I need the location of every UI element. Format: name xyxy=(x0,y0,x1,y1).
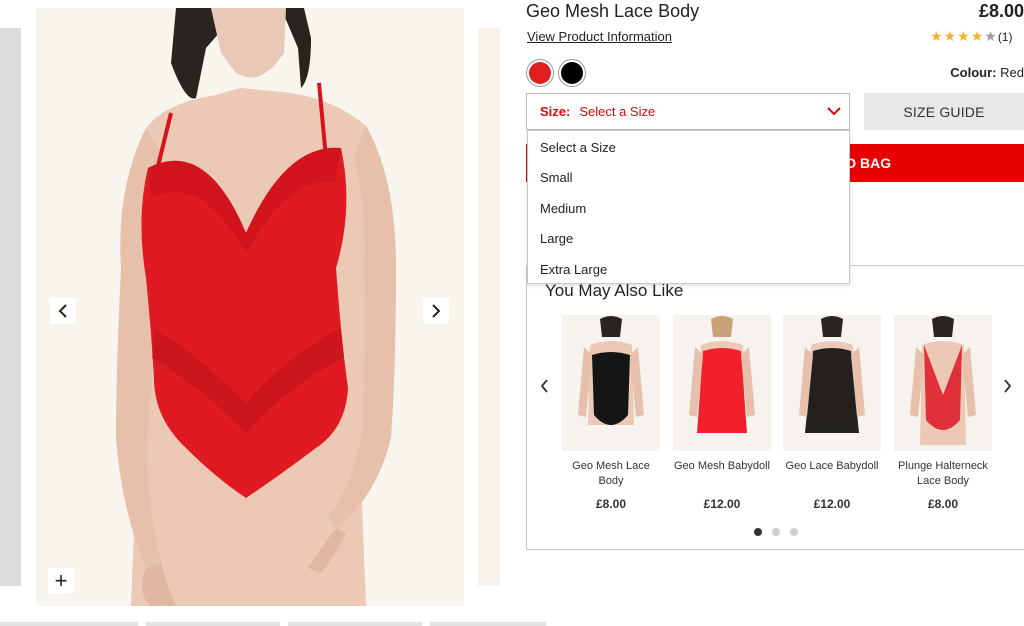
product-price: £8.00 xyxy=(978,1,1024,21)
size-guide-button[interactable]: SIZE GUIDE xyxy=(864,93,1024,130)
previous-image-peek xyxy=(0,28,21,586)
size-value: Select a Size xyxy=(579,104,656,119)
star-filled-icon: ★ xyxy=(943,28,957,44)
size-option[interactable]: Medium xyxy=(528,193,849,224)
product-main-image xyxy=(36,8,464,606)
recommendation-image xyxy=(783,315,881,451)
recommendation-name: Geo Lace Babydoll xyxy=(785,460,879,472)
recommendation-image xyxy=(894,315,992,451)
recommendation-image xyxy=(673,315,771,451)
size-label: Size: xyxy=(540,104,571,119)
recommendation-card[interactable]: Geo Mesh Lace Body £8.00 xyxy=(562,315,660,511)
product-rating[interactable]: ★ ★ ★ ★ ★ (1) xyxy=(930,28,1012,45)
chevron-left-icon xyxy=(540,379,548,393)
recommendation-name: Geo Mesh Lace Body xyxy=(572,460,650,487)
swatch-fill xyxy=(561,62,583,84)
carousel-prev-button[interactable] xyxy=(537,377,551,395)
review-count: (1) xyxy=(997,29,1013,44)
star-empty-icon: ★ xyxy=(984,28,997,44)
view-product-information-link[interactable]: View Product Information xyxy=(527,29,672,44)
thumbnail-2[interactable] xyxy=(146,622,280,626)
star-filled-icon: ★ xyxy=(930,28,943,44)
recommendation-price: £12.00 xyxy=(813,497,851,511)
chevron-right-icon xyxy=(432,304,441,318)
recommendation-card[interactable]: Plunge Halterneck Lace Body £8.00 xyxy=(894,315,992,511)
model-illustration xyxy=(36,8,464,606)
image-next-button[interactable] xyxy=(423,298,449,324)
next-image-peek xyxy=(478,28,500,586)
size-dropdown: Select a Size Small Medium Large Extra L… xyxy=(527,130,850,284)
size-option[interactable]: Extra Large xyxy=(528,254,849,285)
chevron-right-icon xyxy=(1003,379,1011,393)
image-prev-button[interactable] xyxy=(50,298,76,324)
thumbnail-1[interactable] xyxy=(0,622,138,626)
swatch-fill xyxy=(529,62,551,84)
recommendation-name: Geo Mesh Babydoll xyxy=(674,460,770,472)
recommendation-price: £12.00 xyxy=(703,497,741,511)
colour-swatch-black[interactable] xyxy=(558,59,586,87)
recommendation-image xyxy=(562,315,660,451)
thumbnail-3[interactable] xyxy=(288,622,422,626)
thumbnail-4[interactable] xyxy=(430,622,546,626)
recommendation-price: £8.00 xyxy=(927,497,959,511)
star-filled-icon: ★ xyxy=(957,28,970,44)
star-filled-icon: ★ xyxy=(970,28,984,44)
colour-swatch-red[interactable] xyxy=(526,59,554,87)
size-select[interactable]: Size: Select a Size xyxy=(526,93,850,130)
chevron-left-icon xyxy=(58,304,67,318)
recommendation-name: Plunge Halterneck Lace Body xyxy=(898,460,988,487)
size-option[interactable]: Large xyxy=(528,224,849,255)
recommendation-card[interactable]: Geo Lace Babydoll £12.00 xyxy=(783,315,881,511)
carousel-next-button[interactable] xyxy=(1000,377,1014,395)
product-title: Geo Mesh Lace Body xyxy=(526,1,700,21)
plus-icon: + xyxy=(54,568,68,593)
colour-value: Red xyxy=(1000,65,1024,80)
carousel-dot[interactable] xyxy=(772,528,780,536)
carousel-dot[interactable] xyxy=(754,528,762,536)
colour-label: Colour: xyxy=(950,65,997,80)
colour-indicator: Colour: Red xyxy=(950,65,1024,80)
recommendation-price: £8.00 xyxy=(595,497,627,511)
recommendation-card[interactable]: Geo Mesh Babydoll £12.00 xyxy=(673,315,771,511)
zoom-button[interactable]: + xyxy=(48,568,74,594)
size-option[interactable]: Small xyxy=(528,163,849,194)
carousel-dot[interactable] xyxy=(790,528,798,536)
size-option[interactable]: Select a Size xyxy=(528,132,849,163)
chevron-down-icon xyxy=(827,107,841,116)
